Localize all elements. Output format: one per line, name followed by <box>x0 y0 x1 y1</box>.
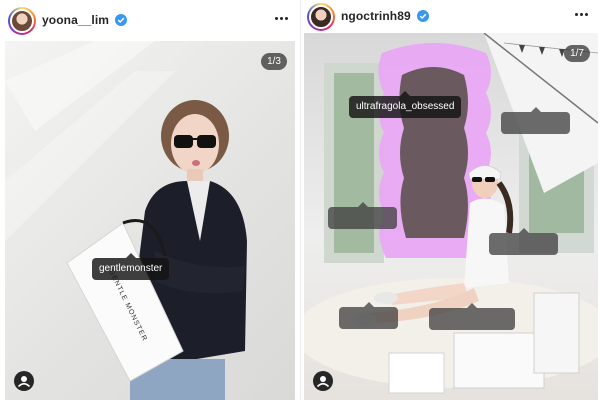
user-tag-icon[interactable] <box>14 371 34 391</box>
avatar[interactable] <box>10 9 34 33</box>
username-text[interactable]: ngoctrinh89 <box>341 9 411 23</box>
person-icon <box>17 376 31 388</box>
username-text[interactable]: yoona__lim <box>42 13 109 27</box>
product-tag-label[interactable]: gentlemonster <box>99 263 162 274</box>
post-photo[interactable]: 1/7 ultrafragola_obsessed <box>304 33 598 400</box>
verified-badge-icon <box>417 10 430 22</box>
post-photo[interactable]: GENTLE MONSTER 1/3 gentlemonster <box>5 41 295 400</box>
verified-badge-icon <box>115 14 128 26</box>
carousel-counter: 1/7 <box>564 45 590 62</box>
product-tag-blurred[interactable] <box>339 302 398 329</box>
product-tag-blurred[interactable] <box>501 107 570 134</box>
photo-illustration: GENTLE MONSTER <box>5 41 247 400</box>
story-ring[interactable] <box>8 7 36 35</box>
post-yoona: yoona__lim GENTLE MONSTER 1/3 gentlemons… <box>0 0 300 400</box>
product-tag-blurred[interactable] <box>429 303 515 330</box>
product-tag-gentlemonster[interactable]: gentlemonster <box>92 253 170 280</box>
post-header: ngoctrinh89 <box>301 0 600 33</box>
post-header: yoona__lim <box>0 0 300 40</box>
more-options-icon[interactable] <box>272 8 292 28</box>
username-link[interactable]: yoona__lim <box>42 13 128 27</box>
user-tag-icon[interactable] <box>313 371 333 391</box>
product-tag-label[interactable]: ultrafragola_obsessed <box>356 101 454 112</box>
product-tag-blurred[interactable] <box>328 202 397 229</box>
carousel-counter: 1/3 <box>261 53 287 70</box>
avatar[interactable] <box>309 5 333 29</box>
story-ring[interactable] <box>307 3 335 31</box>
product-tag-blurred[interactable] <box>489 228 558 255</box>
person-icon <box>316 376 330 388</box>
post-ngoctrinh: ngoctrinh89 1/7 ultrafragola_obsessed <box>300 0 600 400</box>
more-options-icon[interactable] <box>572 4 592 24</box>
product-tag-ultrafragola[interactable]: ultrafragola_obsessed <box>349 91 462 118</box>
username-link[interactable]: ngoctrinh89 <box>341 9 430 23</box>
